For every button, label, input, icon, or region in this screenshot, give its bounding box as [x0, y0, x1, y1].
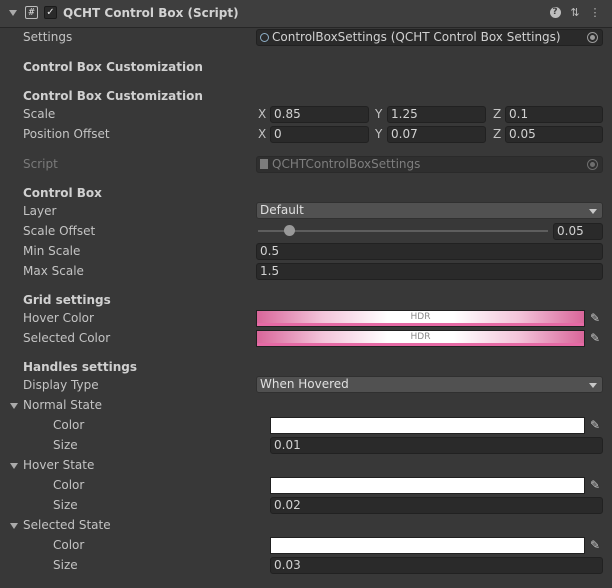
hover-color-swatch[interactable]: HDR: [256, 310, 585, 327]
normal-state-size-field[interactable]: 0.01: [270, 437, 603, 454]
scale-z-axis-label: Z: [493, 107, 502, 121]
normal-state-color-swatch[interactable]: [270, 417, 585, 434]
position-offset-x-axis-label: X: [258, 127, 267, 141]
script-object-field: QCHTControlBoxSettings: [256, 156, 603, 173]
object-picker-icon[interactable]: [587, 32, 598, 43]
selected-color-label: Selected Color: [23, 331, 111, 345]
settings-object-value: ControlBoxSettings (QCHT Control Box Set…: [272, 30, 561, 44]
scale-label: Scale: [23, 107, 56, 121]
hover-state-color-swatch[interactable]: [270, 477, 585, 494]
hover-state-size-label: Size: [53, 498, 78, 512]
script-icon: #: [25, 6, 38, 19]
scriptable-object-icon: [260, 33, 269, 42]
foldout-arrow-icon[interactable]: [9, 10, 17, 16]
component-header[interactable]: # ✓ QCHT Control Box (Script) ? ⇅ ⋮: [0, 0, 612, 28]
hover-state-size-field[interactable]: 0.02: [270, 497, 603, 514]
scale-offset-slider-track[interactable]: [258, 230, 548, 232]
hdr-badge: HDR: [410, 312, 431, 322]
max-scale-field[interactable]: 1.5: [256, 263, 603, 280]
min-scale-field[interactable]: 0.5: [256, 243, 603, 260]
display-type-label: Display Type: [23, 378, 99, 392]
section-heading-handles: Handles settings: [23, 360, 137, 374]
scale-y-axis-label: Y: [375, 107, 383, 121]
position-offset-y-axis-label: Y: [375, 127, 383, 141]
scale-offset-label: Scale Offset: [23, 224, 96, 238]
hover-state-foldout-icon[interactable]: [10, 463, 18, 469]
normal-state-label[interactable]: Normal State: [23, 398, 102, 412]
min-scale-label: Min Scale: [23, 244, 81, 258]
presets-icon[interactable]: ⇅: [568, 6, 582, 20]
position-offset-y-field[interactable]: 0.07: [387, 126, 486, 143]
selected-state-size-label: Size: [53, 558, 78, 572]
eyedropper-icon[interactable]: ✎: [587, 537, 603, 554]
display-type-dropdown-value: When Hovered: [260, 377, 349, 391]
help-icon[interactable]: ?: [548, 6, 562, 20]
hover-state-color-label: Color: [53, 478, 85, 492]
chevron-down-icon: [589, 383, 597, 388]
section-heading-control-box: Control Box: [23, 186, 102, 200]
settings-label: Settings: [23, 30, 73, 44]
hover-color-label: Hover Color: [23, 311, 94, 325]
normal-state-color-label: Color: [53, 418, 85, 432]
hover-state-label[interactable]: Hover State: [23, 458, 94, 472]
max-scale-label: Max Scale: [23, 264, 84, 278]
scale-y-field[interactable]: 1.25: [387, 106, 486, 123]
script-picker-icon: [587, 159, 598, 170]
script-label: Script: [23, 157, 58, 171]
normal-state-size-label: Size: [53, 438, 78, 452]
scale-z-field[interactable]: 0.1: [505, 106, 603, 123]
selected-state-color-label: Color: [53, 538, 85, 552]
layer-dropdown-value: Default: [260, 203, 304, 217]
position-offset-z-axis-label: Z: [493, 127, 502, 141]
position-offset-z-field[interactable]: 0.05: [505, 126, 603, 143]
eyedropper-icon[interactable]: ✎: [587, 417, 603, 434]
hover-color-alpha-bar: [257, 323, 584, 326]
chevron-down-icon: [589, 209, 597, 214]
eyedropper-icon[interactable]: ✎: [587, 477, 603, 494]
selected-color-alpha-bar: [257, 343, 584, 346]
display-type-dropdown[interactable]: When Hovered: [256, 376, 603, 393]
layer-label: Layer: [23, 204, 57, 218]
context-menu-icon[interactable]: ⋮: [588, 6, 602, 20]
section-heading-customization-2: Control Box Customization: [23, 89, 203, 103]
position-offset-x-field[interactable]: 0: [270, 126, 369, 143]
layer-dropdown[interactable]: Default: [256, 202, 603, 219]
eyedropper-icon[interactable]: ✎: [587, 330, 603, 347]
selected-state-color-swatch[interactable]: [270, 537, 585, 554]
component-enabled-checkbox[interactable]: ✓: [44, 6, 57, 19]
script-file-icon: [260, 159, 268, 169]
component-title: QCHT Control Box (Script): [63, 6, 239, 20]
eyedropper-icon[interactable]: ✎: [587, 310, 603, 327]
scale-offset-field[interactable]: 0.05: [553, 223, 603, 240]
selected-state-size-field[interactable]: 0.03: [270, 557, 603, 574]
position-offset-label: Position Offset: [23, 127, 110, 141]
section-heading-customization-1: Control Box Customization: [23, 60, 203, 74]
scale-x-axis-label: X: [258, 107, 267, 121]
normal-state-foldout-icon[interactable]: [10, 403, 18, 409]
selected-state-label[interactable]: Selected State: [23, 518, 111, 532]
selected-state-foldout-icon[interactable]: [10, 523, 18, 529]
scale-x-field[interactable]: 0.85: [270, 106, 369, 123]
hdr-badge: HDR: [410, 332, 431, 342]
section-heading-grid: Grid settings: [23, 293, 111, 307]
script-object-value: QCHTControlBoxSettings: [272, 157, 421, 171]
settings-object-field[interactable]: ControlBoxSettings (QCHT Control Box Set…: [256, 29, 603, 46]
selected-color-swatch[interactable]: HDR: [256, 330, 585, 347]
scale-offset-slider-thumb[interactable]: [284, 225, 295, 236]
